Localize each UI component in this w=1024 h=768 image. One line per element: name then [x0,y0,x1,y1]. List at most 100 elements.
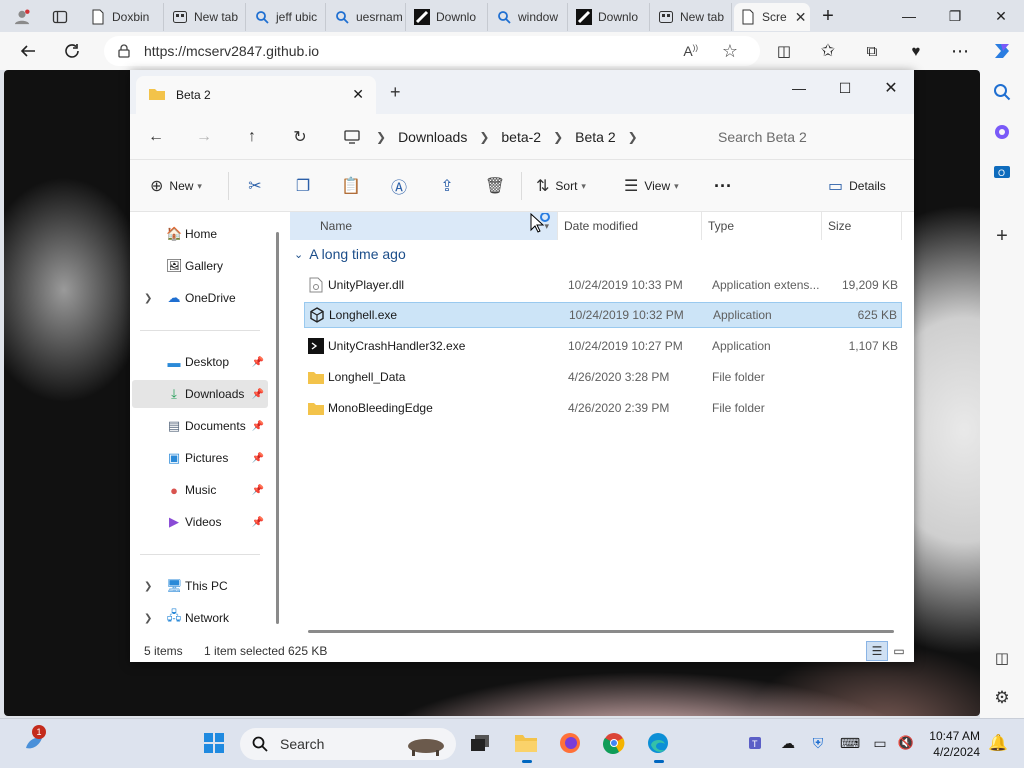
close-window-button[interactable]: ✕ [978,0,1024,32]
pin-icon[interactable]: 📌 [252,453,264,464]
read-aloud-icon[interactable]: A)) [683,43,698,59]
file-explorer-taskbar-icon[interactable] [512,729,540,763]
explorer-maximize-button[interactable]: ☐ [822,74,868,102]
chevron-right-icon[interactable]: ❯ [553,130,563,144]
chevron-right-icon[interactable]: ❯ [376,130,386,144]
more-menu-icon[interactable]: ⋯ [946,38,974,64]
tiles-view-icon[interactable]: ▭ [888,641,910,661]
copy-icon[interactable]: ❐ [291,174,315,198]
url-field[interactable]: https://mcserv2847.github.io A)) ☆ [104,36,760,66]
horizontal-scrollbar[interactable] [308,630,894,633]
edge-browser-icon[interactable] [644,729,672,763]
nav-item-network[interactable]: ❯ 🖧 Network [132,604,268,632]
new-tab-button[interactable]: + [810,0,846,32]
explorer-tab[interactable]: Beta 2 ✕ [136,76,376,114]
favorite-star-icon[interactable]: ☆ [722,41,738,62]
settings-gear-icon[interactable]: ⚙ [992,688,1012,708]
tab-actions-button[interactable] [46,3,80,31]
pin-icon[interactable]: 📌 [252,485,264,496]
rename-icon[interactable]: Ⓐ [387,174,411,198]
outlook-icon[interactable]: O [992,162,1012,182]
extensions-icon[interactable]: ♥ [902,38,930,64]
sort-button[interactable]: ⇅ Sort ▾ [536,174,586,198]
browser-tab[interactable]: Doxbin [84,3,164,31]
collections-icon[interactable]: ⧉ [858,38,886,64]
add-sidebar-app-icon[interactable]: + [992,225,1012,247]
cut-icon[interactable]: ✂ [243,174,267,198]
pin-icon[interactable]: 📌 [252,389,264,400]
nav-item-pictures[interactable]: ▣ Pictures 📌 [132,444,268,472]
browser-tab[interactable]: uesrnam [328,3,406,31]
refresh-button[interactable] [58,38,86,64]
group-header[interactable]: ⌄ A long time ago [294,246,406,262]
file-row[interactable]: MonoBleedingEdge 4/26/2020 2:39 PM File … [304,395,902,421]
start-windows-icon[interactable] [200,729,228,757]
system-clock[interactable]: 10:47 AM 4/2/2024 [929,728,980,760]
split-screen-icon[interactable]: ◫ [770,38,798,64]
column-header-name[interactable]: Name ▾ [290,212,558,240]
nav-item-gallery[interactable]: 🖼 Gallery [132,252,268,280]
task-view-icon[interactable] [466,729,494,757]
browser-tab[interactable]: New tab [652,3,732,31]
nav-pane-scrollbar[interactable] [276,232,279,624]
favorites-icon[interactable]: ✩ [814,38,842,64]
search-input[interactable]: Search Beta 2 [710,122,914,152]
breadcrumb-current[interactable]: Beta 2 [575,129,615,145]
column-header-size[interactable]: Size [822,212,902,240]
hide-sidebar-icon[interactable]: ◫ [992,648,1012,668]
chevron-right-icon[interactable]: ❯ [479,130,489,144]
nav-item-downloads[interactable]: ⤓ Downloads 📌 [132,380,268,408]
chrome-icon[interactable] [600,729,628,757]
display-icon[interactable]: ▭ [866,729,894,757]
more-options-icon[interactable]: ··· [714,174,732,198]
refresh-icon[interactable]: ↻ [288,126,312,148]
file-row-selected[interactable]: Longhell.exe 10/24/2019 10:32 PM Applica… [304,302,902,328]
column-header-date[interactable]: Date modified [558,212,702,240]
volume-muted-icon[interactable]: 🔇 [892,729,920,757]
minimize-button[interactable]: — [886,0,932,32]
onedrive-offline-icon[interactable]: ☁ [774,729,802,757]
nav-item-onedrive[interactable]: ❯ ☁ OneDrive [132,284,268,312]
column-header-type[interactable]: Type [702,212,822,240]
search-icon[interactable] [992,82,1012,102]
browser-tab[interactable]: Downlo [408,3,488,31]
browser-tab[interactable]: Downlo [570,3,650,31]
nav-item-this-pc[interactable]: ❯ 🖥 This PC [132,572,268,600]
new-button[interactable]: ⊕ New ▾ [150,174,202,198]
chevron-right-icon[interactable]: ❯ [144,293,152,304]
widgets-icon[interactable]: 1 [20,725,48,757]
nav-item-music[interactable]: ● Music 📌 [132,476,268,504]
up-arrow-icon[interactable]: ↑ [240,126,264,148]
add-tab-button[interactable]: + [390,82,401,103]
chevron-right-icon[interactable]: ❯ [144,613,152,624]
details-button[interactable]: ▭ Details [828,174,886,198]
browser-tab[interactable]: jeff ubic [248,3,326,31]
chevron-right-icon[interactable]: ❯ [628,130,638,144]
details-view-icon[interactable]: ☰ [866,641,888,661]
back-arrow-icon[interactable]: ← [144,126,168,148]
explorer-minimize-button[interactable]: — [776,74,822,102]
file-row[interactable]: Longhell_Data 4/26/2020 3:28 PM File fol… [304,364,902,390]
view-button[interactable]: ☰ View ▾ [624,174,679,198]
taskbar-search-box[interactable]: Search [240,728,456,760]
copilot-icon[interactable] [988,38,1016,64]
security-shield-icon[interactable]: ⛨ [804,729,832,757]
forward-arrow-icon[interactable]: → [192,126,216,148]
nav-item-home[interactable]: 🏠 Home [132,220,268,248]
pin-icon[interactable]: 📌 [252,421,264,432]
notification-bell-icon[interactable]: 🔔 [984,729,1012,757]
share-icon[interactable]: ⇪ [435,174,459,198]
close-icon[interactable]: ✕ [352,86,364,103]
delete-icon[interactable]: 🗑 [483,174,507,198]
profile-button[interactable] [8,3,38,31]
browser-tab[interactable]: window [490,3,568,31]
nav-item-videos[interactable]: ▶ Videos 📌 [132,508,268,536]
browser-tab-active[interactable]: Scre ✕ [734,3,810,31]
explorer-close-button[interactable]: ✕ [868,74,914,102]
copilot-sidebar-icon[interactable] [992,122,1012,142]
back-button[interactable] [14,38,42,64]
file-row[interactable]: UnityPlayer.dll 10/24/2019 10:33 PM Appl… [304,272,902,298]
paste-icon[interactable]: 📋 [339,174,363,198]
nav-item-documents[interactable]: ▤ Documents 📌 [132,412,268,440]
firefox-icon[interactable] [556,729,584,757]
